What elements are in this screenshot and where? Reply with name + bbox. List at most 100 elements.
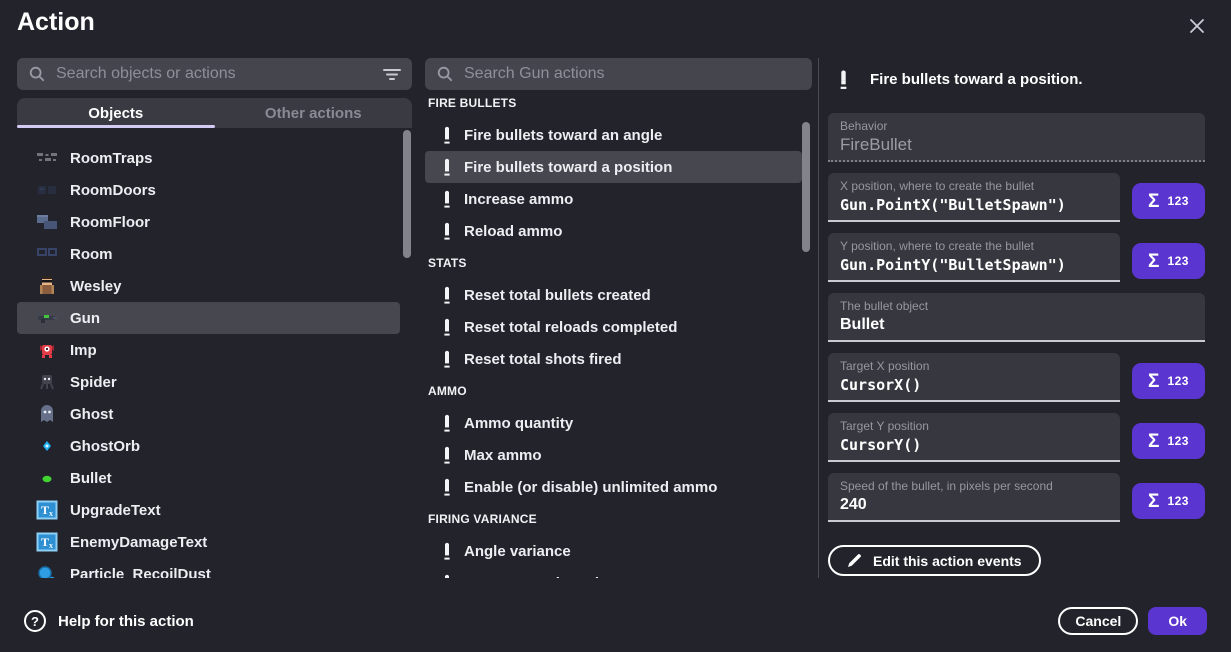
action-row-ammo-quantity[interactable]: Ammo quantity: [425, 407, 802, 439]
spider-icon: [35, 370, 59, 394]
actions-list-scrollbar[interactable]: [802, 122, 810, 252]
action-row-max-ammo[interactable]: Max ammo: [425, 439, 802, 471]
expression-editor-button[interactable]: Σ123: [1132, 423, 1205, 459]
field-label: Y position, where to create the bullet: [840, 239, 1108, 253]
object-row-ghost[interactable]: Ghost: [17, 398, 400, 430]
field-value: CursorY(): [840, 435, 1108, 455]
ok-button[interactable]: Ok: [1148, 607, 1207, 635]
field-row-behavior: BehaviorFireBullet: [828, 113, 1205, 162]
action-label: Reload ammo: [464, 223, 562, 240]
bullet-action-icon: [442, 158, 452, 176]
action-row-increase-ammo[interactable]: Increase ammo: [425, 183, 802, 215]
object-label: Particle_RecoilDust: [70, 566, 211, 579]
panel-divider: [818, 58, 819, 578]
field-target-y-position[interactable]: Target Y positionCursorY(): [828, 413, 1120, 462]
objects-search-box: [17, 58, 412, 90]
wesley-icon: [35, 274, 59, 298]
action-label: Increase ammo: [464, 191, 573, 208]
bullet-action-icon: [442, 190, 452, 208]
action-group-header-stats: STATS: [425, 247, 802, 279]
objects-search-input[interactable]: [56, 65, 373, 83]
object-label: Bullet: [70, 470, 112, 487]
action-row-reset-total-reloads-completed[interactable]: Reset total reloads completed: [425, 311, 802, 343]
expression-editor-button[interactable]: Σ123: [1132, 483, 1205, 519]
edit-action-events-label: Edit this action events: [873, 553, 1022, 569]
object-row-bullet[interactable]: Bullet: [17, 462, 400, 494]
numbers-icon: 123: [1167, 194, 1189, 208]
action-label: Max ammo: [464, 447, 542, 464]
action-row-reset-total-shots-fired[interactable]: Reset total shots fired: [425, 343, 802, 375]
object-row-roomdoors[interactable]: RoomDoors: [17, 174, 400, 206]
actions-search-input[interactable]: [464, 65, 801, 83]
object-row-roomfloor[interactable]: RoomFloor: [17, 206, 400, 238]
action-group-header-fire-bullets: FIRE BULLETS: [425, 87, 802, 119]
action-row-fire-bullets-toward-an-angle[interactable]: Fire bullets toward an angle: [425, 119, 802, 151]
object-row-wesley[interactable]: Wesley: [17, 270, 400, 302]
roomdoors-icon: [35, 178, 59, 202]
objects-tabs: ObjectsOther actions: [17, 98, 412, 128]
sigma-icon: Σ: [1148, 192, 1159, 211]
object-label: Imp: [70, 342, 97, 359]
objects-list: RoomTrapsRoomDoors RoomFloor Room Wesley Gun…: [17, 130, 400, 578]
action-label: Reset total bullets created: [464, 287, 651, 304]
svg-text:x: x: [49, 541, 53, 550]
action-row-reset-total-bullets-created[interactable]: Reset total bullets created: [425, 279, 802, 311]
field-target-x-position[interactable]: Target X positionCursorX(): [828, 353, 1120, 402]
bullet-action-icon: [838, 69, 849, 90]
object-label: RoomFloor: [70, 214, 150, 231]
action-label: Fire bullets toward an angle: [464, 127, 662, 144]
expression-editor-button[interactable]: Σ123: [1132, 243, 1205, 279]
object-label: Gun: [70, 310, 100, 327]
field-label: X position, where to create the bullet: [840, 179, 1108, 193]
action-row-reload-ammo[interactable]: Reload ammo: [425, 215, 802, 247]
edit-action-events-button[interactable]: Edit this action events: [828, 545, 1041, 576]
object-row-upgradetext[interactable]: TxUpgradeText: [17, 494, 400, 526]
help-link[interactable]: Help for this action: [24, 610, 194, 632]
object-row-roomtraps[interactable]: RoomTraps: [17, 142, 400, 174]
object-row-enemydamagetext[interactable]: TxEnemyDamageText: [17, 526, 400, 558]
particle-icon: [35, 562, 59, 578]
object-row-particle-recoildust[interactable]: Particle_RecoilDust: [17, 558, 400, 578]
field-x-position-where-to-create-the-bullet[interactable]: X position, where to create the bullet Gu…: [828, 173, 1120, 222]
numbers-icon: 123: [1167, 374, 1189, 388]
field-row-target-y-position: Target Y positionCursorY() Σ123: [828, 413, 1205, 462]
objects-list-scrollbar[interactable]: [403, 130, 411, 258]
action-row-increase-angle-variance[interactable]: Increase angle variance: [425, 567, 802, 578]
object-row-room[interactable]: Room: [17, 238, 400, 270]
filter-icon[interactable]: [383, 68, 401, 81]
field-speed-of-the-bullet-in-pixels-per-second[interactable]: Speed of the bullet, in pixels per secon…: [828, 473, 1120, 522]
expression-editor-button[interactable]: Σ 123: [1132, 183, 1205, 219]
action-label: Reset total reloads completed: [464, 319, 677, 336]
field-row-y-position-where-to-create-the-bullet: Y position, where to create the bullet Gu…: [828, 233, 1205, 282]
action-row-angle-variance[interactable]: Angle variance: [425, 535, 802, 567]
field-y-position-where-to-create-the-bullet[interactable]: Y position, where to create the bullet Gu…: [828, 233, 1120, 282]
object-row-spider[interactable]: Spider: [17, 366, 400, 398]
field-the-bullet-object[interactable]: The bullet objectBullet: [828, 293, 1205, 342]
field-value: FireBullet: [840, 135, 1193, 155]
object-row-gun[interactable]: Gun: [17, 302, 400, 334]
expression-editor-button[interactable]: Σ 123: [1132, 363, 1205, 399]
action-row-enable-or-disable-unlimited-ammo[interactable]: Enable (or disable) unlimited ammo: [425, 471, 802, 503]
bullet-action-icon: [442, 542, 452, 560]
field-value: 240: [840, 495, 1108, 515]
tab-other-actions[interactable]: Other actions: [215, 98, 413, 128]
field-value: Bullet: [840, 315, 1193, 335]
object-row-imp[interactable]: Imp: [17, 334, 400, 366]
cancel-button[interactable]: Cancel: [1058, 607, 1138, 635]
field-label: Speed of the bullet, in pixels per secon…: [840, 479, 1108, 493]
object-label: Wesley: [70, 278, 121, 295]
actions-list: FIRE BULLETS Fire bullets toward an angle…: [425, 87, 802, 578]
close-icon[interactable]: [1187, 16, 1207, 36]
tab-objects[interactable]: Objects: [17, 98, 215, 128]
field-value: Gun.PointY("BulletSpawn"): [840, 255, 1108, 275]
action-row-fire-bullets-toward-a-position[interactable]: Fire bullets toward a position: [425, 151, 802, 183]
actions-search-box: [425, 58, 812, 90]
dialog-footer: Help for this action Cancel Ok: [0, 590, 1231, 652]
numbers-icon: 123: [1167, 494, 1189, 508]
field-row-speed-of-the-bullet-in-pixels-per-second: Speed of the bullet, in pixels per secon…: [828, 473, 1205, 522]
field-value: Gun.PointX("BulletSpawn"): [840, 195, 1108, 215]
numbers-icon: 123: [1167, 434, 1189, 448]
question-mark-icon: [24, 610, 46, 632]
object-row-ghostorb[interactable]: GhostOrb: [17, 430, 400, 462]
sigma-icon: Σ: [1148, 372, 1159, 391]
